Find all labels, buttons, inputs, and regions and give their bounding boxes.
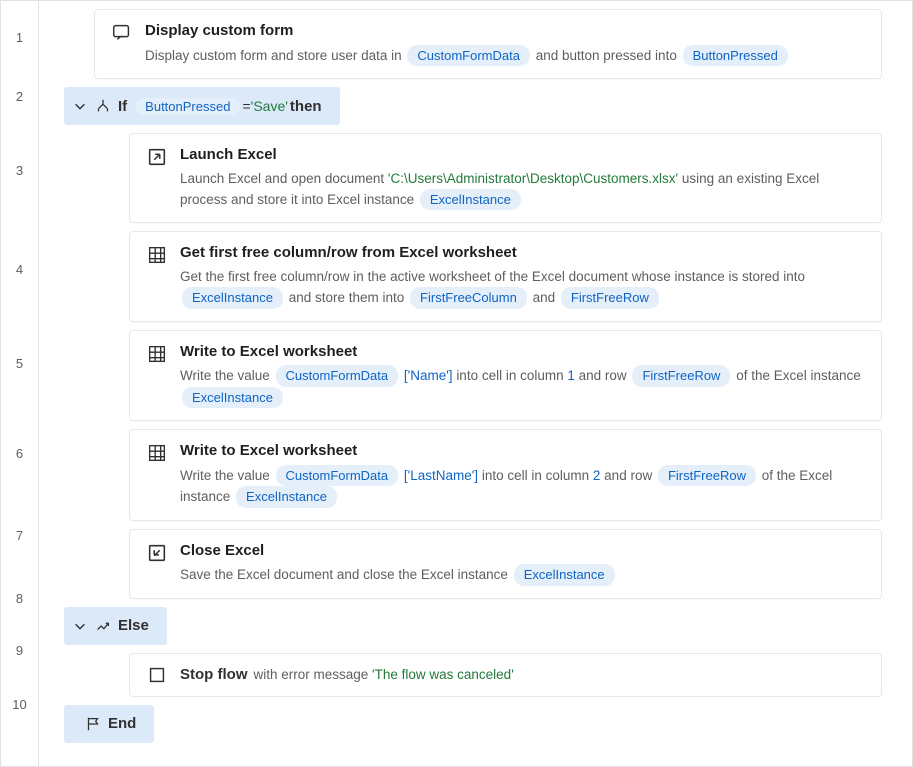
action-title: Get first free column/row from Excel wor… — [180, 242, 865, 265]
line-number: 9 — [1, 623, 38, 678]
action-title: Stop flow — [180, 666, 248, 683]
action-description: Save the Excel document and close the Ex… — [180, 564, 865, 586]
excel-icon — [146, 442, 168, 464]
excel-icon — [146, 244, 168, 266]
end-label: End — [108, 715, 136, 732]
line-number: 5 — [1, 318, 38, 408]
action-get-first-free[interactable]: Get first free column/row from Excel wor… — [129, 231, 882, 321]
form-icon — [111, 22, 133, 44]
flow-content: Display custom form Display custom form … — [39, 1, 912, 766]
line-number: 4 — [1, 220, 38, 318]
variable-token[interactable]: FirstFreeRow — [561, 287, 659, 309]
action-title: Display custom form — [145, 20, 865, 43]
variable-token[interactable]: ExcelInstance — [236, 486, 337, 508]
action-close-excel[interactable]: Close Excel Save the Excel document and … — [129, 529, 882, 599]
line-number: 2 — [1, 73, 38, 120]
variable-token[interactable]: FirstFreeColumn — [410, 287, 527, 309]
line-number: 10 — [1, 678, 38, 730]
end-block[interactable]: End — [64, 705, 154, 743]
action-launch-excel[interactable]: Launch Excel Launch Excel and open docum… — [129, 133, 882, 223]
action-write-excel-lastname[interactable]: Write to Excel worksheet Write the value… — [129, 429, 882, 521]
variable-token[interactable]: ExcelInstance — [514, 564, 615, 586]
line-number: 7 — [1, 498, 38, 573]
action-title: Write to Excel worksheet — [180, 440, 865, 463]
else-block[interactable]: Else — [64, 607, 167, 645]
chevron-down-icon[interactable] — [70, 616, 90, 636]
action-title: Close Excel — [180, 540, 865, 563]
excel-icon — [146, 343, 168, 365]
launch-icon — [146, 146, 168, 168]
variable-token[interactable]: ExcelInstance — [182, 287, 283, 309]
variable-token[interactable]: CustomFormData — [276, 365, 399, 387]
action-display-custom-form[interactable]: Display custom form Display custom form … — [94, 9, 882, 79]
line-number: 1 — [1, 1, 38, 73]
if-condition[interactable]: If ButtonPressed = 'Save' then — [64, 87, 340, 125]
if-label: If — [118, 98, 127, 115]
action-description: Get the first free column/row in the act… — [180, 267, 865, 309]
flow-designer: 12345678910 Display custom form Display … — [1, 1, 912, 766]
variable-token[interactable]: CustomFormData — [407, 45, 530, 67]
else-icon — [94, 617, 112, 635]
branch-icon — [94, 97, 112, 115]
chevron-down-icon[interactable] — [70, 96, 90, 116]
action-stop-flow[interactable]: Stop flow with error message 'The flow w… — [129, 653, 882, 697]
variable-token[interactable]: ButtonPressed — [683, 45, 788, 67]
flag-icon — [84, 715, 102, 733]
variable-token[interactable]: FirstFreeRow — [658, 465, 756, 487]
variable-token[interactable]: CustomFormData — [276, 465, 399, 487]
line-number: 6 — [1, 408, 38, 498]
close-excel-icon — [146, 542, 168, 564]
action-description: Write the value CustomFormData ['Name'] … — [180, 365, 865, 408]
variable-token[interactable]: ButtonPressed — [135, 98, 240, 115]
action-title: Launch Excel — [180, 144, 865, 167]
action-title: Write to Excel worksheet — [180, 341, 865, 364]
line-number: 8 — [1, 573, 38, 623]
stop-icon — [146, 664, 168, 686]
variable-token[interactable]: FirstFreeRow — [632, 365, 730, 387]
action-description: Write the value CustomFormData ['LastNam… — [180, 465, 865, 508]
line-number: 3 — [1, 120, 38, 220]
action-write-excel-name[interactable]: Write to Excel worksheet Write the value… — [129, 330, 882, 422]
else-label: Else — [118, 617, 149, 634]
action-description: Launch Excel and open document 'C:\Users… — [180, 169, 865, 211]
line-number-gutter: 12345678910 — [1, 1, 39, 766]
variable-token[interactable]: ExcelInstance — [420, 189, 521, 211]
action-description: Display custom form and store user data … — [145, 45, 865, 67]
variable-token[interactable]: ExcelInstance — [182, 387, 283, 409]
